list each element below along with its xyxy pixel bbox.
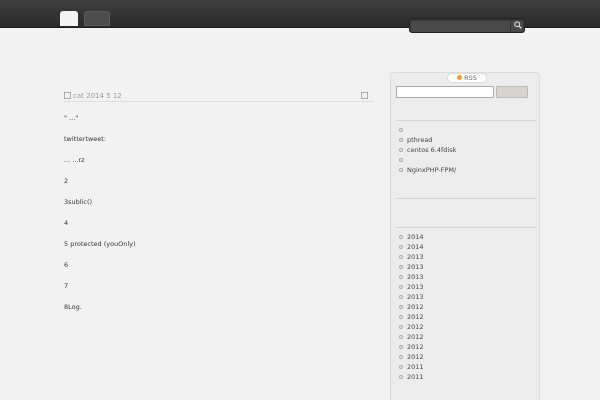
archive-link[interactable]: 2012 <box>399 312 424 322</box>
archive-link[interactable]: 2012 <box>399 302 424 312</box>
recent-post-link[interactable]: centos 6.4fdisk <box>399 145 456 155</box>
bullet-icon <box>399 315 403 319</box>
bullet-icon <box>399 305 403 309</box>
comments-link[interactable] <box>361 92 370 100</box>
sidebar: RSS pthread centos 6.4fdisk NginxPHP-FPM… <box>390 72 540 400</box>
recent-post-link[interactable] <box>399 125 456 135</box>
rss-link[interactable]: RSS <box>447 73 487 83</box>
bullet-icon <box>399 295 403 299</box>
recent-post-link[interactable]: pthread <box>399 135 456 145</box>
bullet-icon <box>399 158 403 162</box>
bullet-icon <box>399 148 403 152</box>
archive-link[interactable]: 2011 <box>399 362 424 372</box>
rss-label: RSS <box>464 74 477 82</box>
bullet-icon <box>399 255 403 259</box>
header-search-button[interactable] <box>510 19 524 32</box>
archive-link[interactable]: 2012 <box>399 352 424 362</box>
post-paragraph: 5 protected (youOnly) <box>64 240 136 248</box>
post-paragraph: 3sublic() <box>64 198 93 206</box>
comment-icon <box>361 92 368 99</box>
post-article: cat 2014 5 12 " ..." twittertweet: ... .… <box>64 76 374 312</box>
post-paragraph: 8Log. <box>64 303 82 311</box>
archive-link[interactable]: 2013 <box>399 282 424 292</box>
post-paragraph: 7 <box>64 282 69 290</box>
bullet-icon <box>399 285 403 289</box>
nav-tab-home[interactable] <box>60 11 78 26</box>
archive-link[interactable]: 2014 <box>399 232 424 242</box>
bullet-icon <box>399 128 403 132</box>
archive-link[interactable]: 2012 <box>399 332 424 342</box>
post-paragraph: 4 <box>64 219 69 227</box>
archive-link[interactable]: 2011 <box>399 372 424 382</box>
top-navigation-bar <box>0 0 600 33</box>
bullet-icon <box>399 345 403 349</box>
divider <box>396 227 536 228</box>
recent-posts-list: pthread centos 6.4fdisk NginxPHP-FPM/ <box>399 125 456 175</box>
header-search <box>409 18 525 33</box>
nav-tab-secondary[interactable] <box>84 11 110 26</box>
post-paragraph: 6 <box>64 261 69 269</box>
sidebar-search-button[interactable] <box>496 86 528 98</box>
divider <box>396 198 536 199</box>
rss-icon <box>457 75 463 80</box>
archive-link[interactable]: 2014 <box>399 242 424 252</box>
search-icon <box>514 21 522 29</box>
archive-link[interactable]: 2013 <box>399 262 424 272</box>
bullet-icon <box>399 138 403 142</box>
bullet-icon <box>399 355 403 359</box>
bullet-icon <box>399 365 403 369</box>
recent-post-link[interactable]: NginxPHP-FPM/ <box>399 165 456 175</box>
bullet-icon <box>399 245 403 249</box>
archive-link[interactable]: 2013 <box>399 252 424 262</box>
post-meta: cat 2014 5 12 <box>64 92 374 102</box>
sidebar-search-input[interactable] <box>396 86 494 98</box>
post-date: 2014 5 12 <box>86 92 122 100</box>
bullet-icon <box>399 265 403 269</box>
archive-link[interactable]: 2013 <box>399 272 424 282</box>
bullet-icon <box>399 375 403 379</box>
archive-link[interactable]: 2013 <box>399 292 424 302</box>
bullet-icon <box>399 235 403 239</box>
post-author[interactable]: cat <box>73 92 84 100</box>
bullet-icon <box>399 275 403 279</box>
archives-list: 2014 2014 2013 2013 2013 2013 2013 2012 … <box>399 232 424 382</box>
bullet-icon <box>399 335 403 339</box>
author-icon <box>64 92 71 99</box>
post-paragraph: " ..." <box>64 114 79 122</box>
header-search-input[interactable] <box>414 19 506 32</box>
post-title[interactable] <box>64 76 374 90</box>
archive-link[interactable]: 2012 <box>399 342 424 352</box>
recent-post-link[interactable] <box>399 155 456 165</box>
post-paragraph: 2 <box>64 177 69 185</box>
post-paragraph: twittertweet: <box>64 135 107 143</box>
post-paragraph: ... ...rz <box>64 156 85 164</box>
bullet-icon <box>399 325 403 329</box>
archive-link[interactable]: 2012 <box>399 322 424 332</box>
divider <box>396 120 536 121</box>
bullet-icon <box>399 168 403 172</box>
